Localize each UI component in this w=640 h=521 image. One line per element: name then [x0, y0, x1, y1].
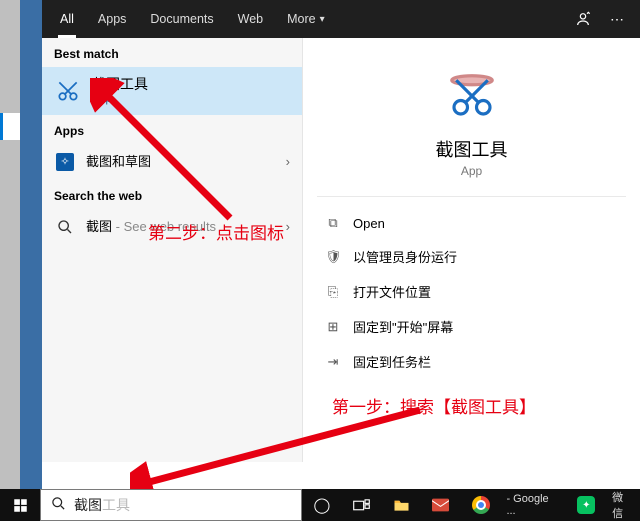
web-result-term: 截图: [86, 219, 112, 234]
action-open-location[interactable]: ⎘打开文件位置: [309, 274, 634, 309]
pin-taskbar-icon: ⇥: [325, 354, 341, 370]
open-icon: ⧉: [325, 215, 341, 231]
detail-actions: ⧉Open 🛡以管理员身份运行 ⎘打开文件位置 ⊞固定到"开始"屏幕 ⇥固定到任…: [303, 203, 640, 383]
tab-more[interactable]: More▾: [275, 0, 337, 38]
taskbar-search-text: 截图工具: [74, 495, 130, 515]
feedback-icon[interactable]: [566, 0, 600, 38]
result-web-search[interactable]: 截图 - See web results ›: [42, 209, 302, 245]
explorer-icon[interactable]: [381, 498, 421, 512]
result-best-match[interactable]: 截图工具 App: [42, 67, 302, 115]
section-apps: Apps: [42, 115, 302, 144]
search-body: Best match 截图工具 App Apps ✧ 截图和草图 › Searc…: [42, 38, 640, 462]
cortana-icon[interactable]: ◯: [302, 496, 342, 514]
section-search-web: Search the web: [42, 180, 302, 209]
wechat-icon[interactable]: ✦: [566, 496, 606, 514]
tab-web[interactable]: Web: [226, 0, 275, 38]
web-result-suffix: - See web results: [112, 219, 216, 234]
chevron-right-icon: ›: [286, 219, 290, 234]
detail-hero: 截图工具 App: [317, 38, 626, 197]
section-best-match: Best match: [42, 38, 302, 67]
task-view-icon[interactable]: [342, 499, 382, 512]
action-pin-start[interactable]: ⊞固定到"开始"屏幕: [309, 309, 634, 344]
start-button[interactable]: [0, 489, 40, 521]
snipping-tool-icon: [54, 77, 82, 105]
search-icon: [51, 496, 66, 514]
result-app-title: 截图和草图: [86, 154, 276, 170]
chevron-right-icon: ›: [286, 154, 290, 169]
result-app-snip-sketch[interactable]: ✧ 截图和草图 ›: [42, 144, 302, 180]
result-best-subtitle: App: [92, 93, 290, 106]
pin-start-icon: ⊞: [325, 319, 341, 335]
tab-apps[interactable]: Apps: [86, 0, 139, 38]
chrome-icon[interactable]: [461, 496, 501, 514]
tab-documents[interactable]: Documents: [138, 0, 225, 38]
chevron-down-icon: ▾: [320, 14, 325, 25]
taskbar: 截图工具 ◯ - Google ... ✦ 微信: [0, 489, 640, 521]
folder-location-icon: ⎘: [325, 284, 341, 300]
desktop-sliver: [20, 0, 42, 521]
results-pane: Best match 截图工具 App Apps ✧ 截图和草图 › Searc…: [42, 38, 302, 462]
action-open[interactable]: ⧉Open: [309, 207, 634, 239]
search-panel: All Apps Documents Web More▾ ⋯ Best matc…: [42, 0, 640, 462]
taskbar-search-box[interactable]: 截图工具: [40, 489, 302, 521]
detail-subtitle: App: [461, 164, 482, 178]
chrome-window-title[interactable]: - Google ...: [500, 493, 566, 517]
wechat-label[interactable]: 微信: [606, 489, 640, 521]
action-pin-taskbar[interactable]: ⇥固定到任务栏: [309, 344, 634, 379]
snip-sketch-icon: ✧: [54, 151, 76, 173]
search-icon: [54, 216, 76, 238]
detail-pane: 截图工具 App ⧉Open 🛡以管理员身份运行 ⎘打开文件位置 ⊞固定到"开始…: [302, 38, 640, 462]
more-options-icon[interactable]: ⋯: [600, 0, 634, 38]
detail-title: 截图工具: [436, 136, 508, 162]
tab-all[interactable]: All: [48, 0, 86, 38]
result-best-title: 截图工具: [92, 76, 290, 93]
search-tabs: All Apps Documents Web More▾ ⋯: [42, 0, 640, 38]
admin-icon: 🛡: [325, 249, 341, 265]
action-run-admin[interactable]: 🛡以管理员身份运行: [309, 239, 634, 274]
snipping-tool-hero-icon: [442, 66, 502, 126]
window-edge-left: [0, 0, 20, 521]
mail-icon[interactable]: [421, 498, 461, 512]
